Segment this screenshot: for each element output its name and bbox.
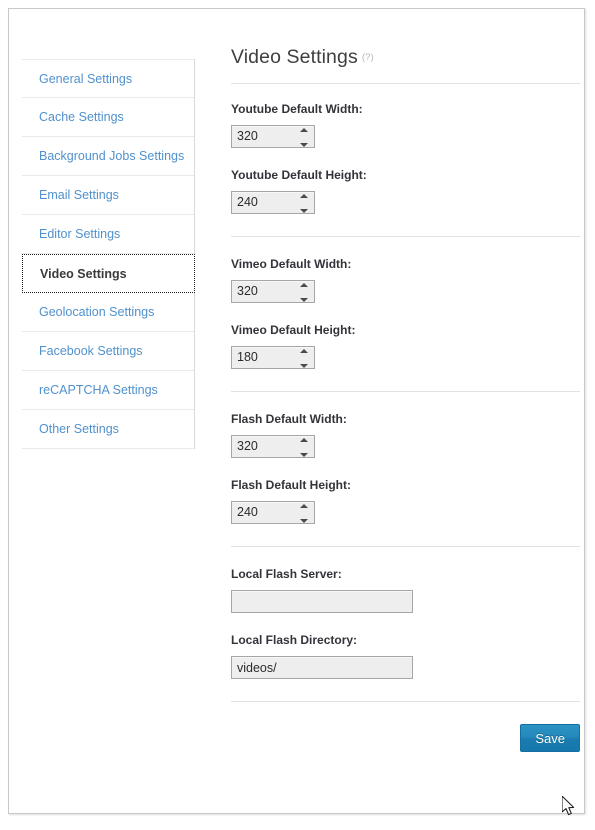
field-label: Vimeo Default Height:	[231, 323, 356, 337]
help-icon[interactable]: (?)	[362, 52, 374, 63]
number-input[interactable]: 320	[231, 125, 315, 148]
settings-layout: General Settings Cache Settings Background…	[9, 9, 584, 813]
number-input-value: 240	[237, 195, 258, 209]
chevron-down-icon[interactable]	[300, 364, 308, 368]
spinner-arrows-icon[interactable]	[299, 349, 309, 368]
field-group: Local Flash Server:	[231, 566, 580, 613]
field-group: Youtube Default Height: 240	[231, 167, 580, 214]
settings-fields: Youtube Default Width: 320 Youtube Default…	[231, 101, 580, 702]
number-input-value: 240	[237, 505, 258, 519]
spinner-arrows-icon[interactable]	[299, 438, 309, 457]
field-group: Vimeo Default Height: 180	[231, 322, 580, 369]
section-divider	[231, 391, 580, 392]
number-input-value: 320	[237, 439, 258, 453]
chevron-down-icon[interactable]	[300, 453, 308, 457]
spinner-arrows-icon[interactable]	[299, 283, 309, 302]
number-input[interactable]: 320	[231, 280, 315, 303]
chevron-up-icon[interactable]	[300, 128, 308, 132]
sidebar-item-recaptcha-settings[interactable]: reCAPTCHA Settings	[22, 371, 194, 410]
number-input-value: 320	[237, 284, 258, 298]
spinner-arrows-icon[interactable]	[299, 194, 309, 213]
number-input[interactable]: 240	[231, 191, 315, 214]
settings-sidebar: General Settings Cache Settings Background…	[22, 59, 195, 449]
section-divider	[231, 236, 580, 237]
spinner-arrows-icon[interactable]	[299, 504, 309, 523]
field-group: Local Flash Directory:	[231, 632, 580, 679]
chevron-up-icon[interactable]	[300, 194, 308, 198]
section-divider	[231, 546, 580, 547]
sidebar-item-background-jobs-settings[interactable]: Background Jobs Settings	[22, 137, 194, 176]
page-frame: General Settings Cache Settings Background…	[8, 8, 585, 816]
save-button[interactable]: Save	[520, 724, 580, 752]
settings-content: Video Settings (?) Youtube Default Width:…	[231, 45, 580, 752]
number-input-value: 180	[237, 350, 258, 364]
sidebar-item-email-settings[interactable]: Email Settings	[22, 176, 194, 215]
field-label: Youtube Default Width:	[231, 102, 363, 116]
chevron-down-icon[interactable]	[300, 209, 308, 213]
chevron-up-icon[interactable]	[300, 504, 308, 508]
chevron-up-icon[interactable]	[300, 438, 308, 442]
section-divider	[231, 701, 580, 702]
sidebar-item-cache-settings[interactable]: Cache Settings	[22, 98, 194, 137]
field-label: Youtube Default Height:	[231, 168, 367, 182]
sidebar-item-facebook-settings[interactable]: Facebook Settings	[22, 332, 194, 371]
text-input[interactable]	[231, 590, 413, 613]
field-label: Flash Default Height:	[231, 478, 352, 492]
chevron-down-icon[interactable]	[300, 298, 308, 302]
spinner-arrows-icon[interactable]	[299, 128, 309, 147]
chevron-down-icon[interactable]	[300, 519, 308, 523]
sidebar-item-geolocation-settings[interactable]: Geolocation Settings	[22, 293, 194, 332]
number-input[interactable]: 240	[231, 501, 315, 524]
field-group: Flash Default Width: 320	[231, 411, 580, 458]
field-label: Local Flash Directory:	[231, 633, 358, 647]
field-label: Local Flash Server:	[231, 567, 342, 581]
number-input-value: 320	[237, 129, 258, 143]
page-title: Video Settings (?)	[231, 45, 580, 70]
chevron-up-icon[interactable]	[300, 349, 308, 353]
field-label: Flash Default Width:	[231, 412, 347, 426]
sidebar-item-other-settings[interactable]: Other Settings	[22, 410, 194, 449]
number-input[interactable]: 320	[231, 435, 315, 458]
field-group: Youtube Default Width: 320	[231, 101, 580, 148]
sidebar-item-editor-settings[interactable]: Editor Settings	[22, 215, 194, 254]
field-group: Vimeo Default Width: 320	[231, 256, 580, 303]
field-group: Flash Default Height: 240	[231, 477, 580, 524]
number-input[interactable]: 180	[231, 346, 315, 369]
chevron-up-icon[interactable]	[300, 283, 308, 287]
sidebar-item-general-settings[interactable]: General Settings	[22, 59, 194, 98]
page-title-text: Video Settings	[231, 46, 358, 68]
text-input[interactable]	[231, 656, 413, 679]
sidebar-item-video-settings[interactable]: Video Settings	[22, 254, 195, 293]
chevron-down-icon[interactable]	[300, 143, 308, 147]
field-label: Vimeo Default Width:	[231, 257, 352, 271]
form-actions: Save	[231, 724, 580, 752]
title-divider	[231, 83, 580, 84]
